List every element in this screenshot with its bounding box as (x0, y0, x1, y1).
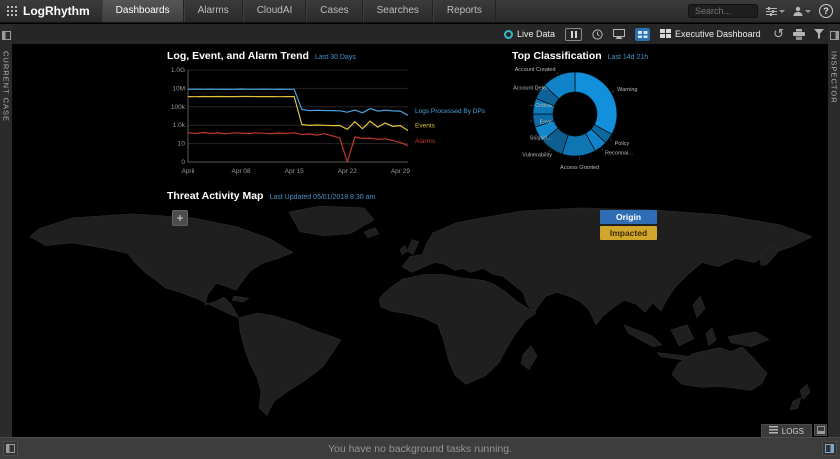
classification-donut-chart[interactable]: Warning Policy Reconnai... Access Granted Vu… (508, 62, 676, 178)
dashboard-content: Log, Event, and Alarm Trend Last 30 Days… (12, 44, 828, 437)
app-root: LogRhythm Dashboards Alarms CloudAI Case… (0, 0, 840, 459)
svg-text:April: April (181, 168, 195, 175)
print-icon[interactable] (793, 29, 805, 40)
svg-text:100k: 100k (171, 104, 186, 111)
tab-cloudai[interactable]: CloudAI (243, 0, 307, 22)
bottom-right-panel-icon[interactable] (822, 441, 837, 456)
map-legend: Origin Impacted (600, 210, 657, 240)
classification-subtitle: Last 14d 21h (608, 54, 648, 61)
undo-icon[interactable]: ↺ (773, 28, 784, 41)
top-nav-bar: LogRhythm Dashboards Alarms CloudAI Case… (0, 0, 840, 23)
svg-text:Apr 29: Apr 29 (391, 168, 411, 175)
logs-icon (769, 426, 778, 436)
toolbar-center: Live Data Executive Dashboard (504, 24, 761, 44)
current-case-expand-icon[interactable] (2, 27, 11, 45)
svg-text:Events: Events (415, 123, 436, 130)
legend-impacted-button[interactable]: Impacted (600, 226, 657, 240)
legend-origin-button[interactable]: Origin (600, 210, 657, 224)
tab-searches[interactable]: Searches (363, 0, 433, 22)
world-map[interactable]: + Origin Impacted (12, 205, 828, 425)
svg-text:Apr 22: Apr 22 (338, 168, 358, 175)
current-case-label[interactable]: CURRENT CASE (2, 51, 11, 122)
tab-dashboards[interactable]: Dashboards (102, 0, 184, 22)
trend-chart-title: Log, Event, and Alarm Trend (167, 50, 309, 62)
svg-text:Logs Processed By DPs: Logs Processed By DPs (415, 108, 486, 115)
threat-map-panel: Threat Activity Map Last Updated 05/01/2… (12, 190, 828, 425)
live-data-toggle[interactable]: Live Data (504, 29, 555, 39)
live-data-label: Live Data (517, 29, 555, 39)
logrhythm-logo-icon (7, 6, 19, 17)
live-data-icon (504, 30, 513, 39)
current-case-strip: CURRENT CASE (0, 24, 12, 437)
trend-chart-subtitle: Last 30 Days (315, 54, 356, 61)
trend-chart[interactable]: 1.0G 10M 100k 1.0k 10 0 April Apr 08 Apr 15 Apr 2… (155, 62, 507, 182)
svg-text:10: 10 (178, 141, 186, 148)
world-map-svg (12, 205, 828, 425)
classification-title: Top Classification (512, 50, 602, 62)
logrhythm-logo: LogRhythm (0, 0, 102, 22)
help-icon[interactable]: ? (819, 4, 833, 18)
logrhythm-logo-text: LogRhythm (23, 4, 90, 18)
topbar-right-cluster: ? (688, 0, 840, 22)
presentation-icon[interactable] (613, 29, 625, 39)
svg-text:Access Granted: Access Granted (560, 165, 599, 171)
trend-chart-panel: Log, Event, and Alarm Trend Last 30 Days… (155, 50, 507, 182)
logs-panel-expand-icon[interactable] (814, 424, 827, 436)
user-icon[interactable] (793, 6, 811, 16)
tab-cases[interactable]: Cases (306, 0, 362, 22)
svg-text:Alarms: Alarms (415, 138, 436, 145)
svg-text:1.0G: 1.0G (171, 67, 185, 74)
inspector-label[interactable]: INSPECTOR (830, 51, 839, 104)
threat-map-title: Threat Activity Map (167, 190, 263, 202)
svg-text:Apr 08: Apr 08 (232, 168, 252, 175)
svg-text:Warning: Warning (617, 87, 637, 93)
status-message: You have no background tasks running. (328, 443, 512, 455)
svg-text:Account Created: Account Created (515, 67, 556, 73)
svg-text:Vulnerability: Vulnerability (522, 153, 552, 159)
dashboard-toolbar: Live Data Executive Dashboard ↺ (12, 24, 828, 44)
chevron-down-icon (779, 10, 785, 13)
status-bar: You have no background tasks running. (0, 437, 840, 459)
svg-text:Error: Error (540, 120, 552, 126)
inspector-strip: INSPECTOR (828, 24, 840, 437)
chevron-down-icon (805, 10, 811, 13)
svg-text:Policy: Policy (615, 141, 630, 147)
zoom-in-button[interactable]: + (172, 210, 188, 226)
bottom-left-panel-icon[interactable] (3, 441, 18, 456)
clock-icon[interactable] (592, 29, 603, 40)
svg-text:Reconnai...: Reconnai... (605, 151, 633, 157)
layout-view-icon[interactable] (635, 28, 650, 41)
logs-tab[interactable]: LOGS (761, 424, 812, 437)
classification-panel: Top Classification Last 14d 21h Warning P… (508, 50, 676, 178)
filter-icon[interactable] (814, 29, 824, 39)
svg-text:0: 0 (181, 159, 185, 166)
logs-tab-label: LOGS (782, 427, 804, 436)
svg-text:Apr 15: Apr 15 (285, 168, 305, 175)
inspector-expand-icon[interactable] (830, 27, 839, 45)
tab-reports[interactable]: Reports (433, 0, 496, 22)
grid-icon (660, 29, 671, 39)
main-tabs: Dashboards Alarms CloudAI Cases Searches… (102, 0, 496, 22)
search-input[interactable] (688, 4, 758, 18)
settings-sliders-icon[interactable] (766, 7, 785, 16)
tab-alarms[interactable]: Alarms (184, 0, 243, 22)
threat-map-subtitle: Last Updated 05/01/2018 8:30 am (269, 194, 375, 201)
dashboard-selector-label: Executive Dashboard (675, 29, 761, 39)
pause-button[interactable] (565, 28, 582, 41)
svg-text:10M: 10M (172, 85, 185, 92)
toolbar-right: ↺ (773, 24, 824, 44)
svg-text:Suspici...: Suspici... (530, 136, 553, 142)
svg-text:1.0k: 1.0k (173, 122, 186, 129)
dashboard-selector[interactable]: Executive Dashboard (660, 29, 761, 39)
